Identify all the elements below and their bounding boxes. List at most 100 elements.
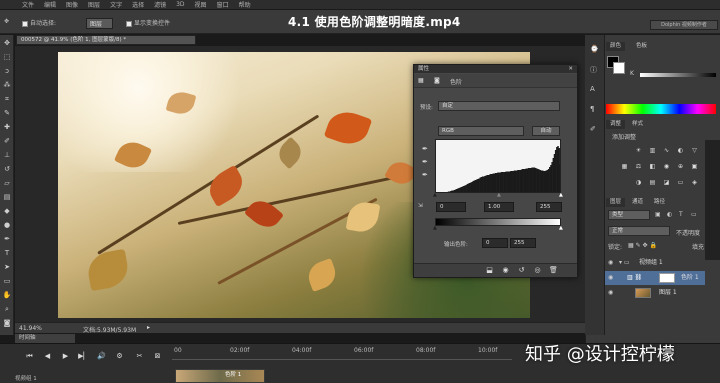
tab-swatches[interactable]: 色板 bbox=[632, 42, 652, 51]
menu-item[interactable]: 编辑 bbox=[44, 0, 56, 9]
healing-tool-icon[interactable]: ✚ bbox=[2, 123, 12, 132]
color-balance-adj-icon[interactable]: ⚖ bbox=[634, 163, 643, 171]
move-tool-icon[interactable]: ✥ bbox=[4, 18, 9, 25]
quick-select-tool-icon[interactable]: ⁂ bbox=[2, 81, 12, 90]
split-icon[interactable]: ✂ bbox=[134, 351, 145, 361]
k-slider[interactable] bbox=[640, 73, 716, 77]
filter-adjust-icon[interactable]: ◐ bbox=[667, 211, 672, 218]
menu-item[interactable]: 文件 bbox=[22, 0, 34, 9]
menu-item[interactable]: 视图 bbox=[195, 0, 207, 9]
clip-icon[interactable]: ⇲ bbox=[418, 203, 423, 209]
type-tool-icon[interactable]: T bbox=[2, 249, 12, 258]
menu-item[interactable]: 滤镜 bbox=[154, 0, 166, 9]
zoom-level[interactable]: 41.94% bbox=[19, 325, 42, 332]
info-icon[interactable]: ⓘ bbox=[590, 65, 597, 75]
marquee-tool-icon[interactable]: ⬚ bbox=[2, 53, 12, 62]
hand-tool-icon[interactable]: ✋ bbox=[2, 291, 12, 300]
menu-item[interactable]: 3D bbox=[176, 1, 184, 8]
delete-icon[interactable]: 🗑 bbox=[548, 266, 559, 275]
invert-adj-icon[interactable]: ◑ bbox=[634, 179, 643, 187]
show-transform-check[interactable] bbox=[126, 20, 132, 27]
eye-icon[interactable]: ◉ bbox=[608, 286, 613, 300]
tab-adjustments[interactable]: 调整 bbox=[606, 120, 626, 129]
quick-mask-icon[interactable]: ◙ bbox=[2, 319, 12, 328]
history-icon[interactable]: ⌚ bbox=[590, 45, 599, 53]
menu-item[interactable]: 图像 bbox=[66, 0, 78, 9]
menu-item[interactable]: 文字 bbox=[110, 0, 122, 9]
output-white-slider[interactable]: ▲ bbox=[559, 225, 563, 231]
next-frame-icon[interactable]: ▶▏ bbox=[78, 351, 89, 361]
output-black-field[interactable]: 0 bbox=[482, 238, 508, 248]
paragraph-icon[interactable]: ¶ bbox=[590, 105, 594, 113]
filter-shape-icon[interactable]: ▭ bbox=[691, 211, 697, 218]
adjustment-icon[interactable]: ▦ bbox=[418, 77, 424, 84]
transition-icon[interactable]: ⊠ bbox=[152, 351, 163, 361]
view-previous-icon[interactable]: ◉ bbox=[500, 266, 511, 275]
history-brush-tool-icon[interactable]: ↺ bbox=[2, 165, 12, 174]
menu-item[interactable]: 帮助 bbox=[239, 0, 251, 9]
auto-button[interactable]: 自动 bbox=[532, 126, 560, 136]
visibility-icon[interactable]: ◎ bbox=[532, 266, 543, 275]
photo-filter-adj-icon[interactable]: ◉ bbox=[662, 163, 671, 171]
tab-color[interactable]: 颜色 bbox=[606, 42, 626, 51]
pen-tool-icon[interactable]: ✒ bbox=[2, 235, 12, 244]
lock-pixels-icon[interactable]: ▦ ✎ ✥ 🔒 bbox=[628, 242, 657, 249]
timeline-clip[interactable] bbox=[175, 369, 265, 383]
output-white-field[interactable]: 255 bbox=[510, 238, 536, 248]
auto-select-check[interactable] bbox=[22, 20, 28, 27]
path-select-tool-icon[interactable]: ➤ bbox=[2, 263, 12, 272]
tab-layers[interactable]: 图层 bbox=[606, 198, 626, 207]
menu-item[interactable]: 窗口 bbox=[217, 0, 229, 9]
blur-tool-icon[interactable]: ◆ bbox=[2, 207, 12, 216]
audio-icon[interactable]: 🔊 bbox=[96, 351, 107, 361]
selective-color-adj-icon[interactable]: ◈ bbox=[690, 179, 699, 187]
background-color-swatch[interactable] bbox=[613, 62, 625, 74]
gradient-tool-icon[interactable]: ▤ bbox=[2, 193, 12, 202]
filter-pixel-icon[interactable]: ▣ bbox=[655, 211, 661, 218]
show-transform-checkbox[interactable]: 显示变换控件 bbox=[126, 18, 170, 27]
input-black-field[interactable]: 0 bbox=[436, 202, 466, 212]
brush-presets-icon[interactable]: ✐ bbox=[590, 125, 596, 133]
blend-mode-dropdown[interactable]: 正常 bbox=[608, 226, 670, 236]
input-white-field[interactable]: 255 bbox=[536, 202, 562, 212]
input-black-slider[interactable]: ▲ bbox=[433, 192, 437, 198]
color-spectrum[interactable] bbox=[606, 104, 716, 114]
play-icon[interactable]: ▶ bbox=[60, 351, 71, 361]
layer-row[interactable]: ◉ ▾ ▭ 视频组 1 bbox=[605, 256, 715, 270]
lasso-tool-icon[interactable]: ↄ bbox=[2, 67, 12, 76]
layer-row[interactable]: ◉ 图层 1 bbox=[605, 286, 715, 300]
preset-dropdown[interactable]: 自定 bbox=[438, 101, 560, 111]
tab-paths[interactable]: 路径 bbox=[650, 198, 670, 207]
lookup-adj-icon[interactable]: ▣ bbox=[690, 163, 699, 171]
clip-to-layer-icon[interactable]: ⬓ bbox=[484, 266, 495, 275]
hue-adj-icon[interactable]: ▦ bbox=[620, 163, 629, 171]
zoom-tool-icon[interactable]: ⌕ bbox=[2, 305, 12, 314]
input-gamma-field[interactable]: 1.00 bbox=[484, 202, 514, 212]
shape-tool-icon[interactable]: ▭ bbox=[2, 277, 12, 286]
gradient-map-adj-icon[interactable]: ▭ bbox=[676, 179, 685, 187]
panel-close-icon[interactable]: ✕ bbox=[568, 65, 577, 73]
crop-tool-icon[interactable]: ⌗ bbox=[2, 95, 12, 104]
curves-adj-icon[interactable]: ∿ bbox=[662, 147, 671, 155]
dodge-tool-icon[interactable]: ● bbox=[2, 221, 12, 230]
exposure-adj-icon[interactable]: ◐ bbox=[676, 147, 685, 155]
settings-icon[interactable]: ⚙ bbox=[114, 351, 125, 361]
move-tool-icon[interactable]: ✥ bbox=[2, 39, 12, 48]
prev-frame-icon[interactable]: ◀ bbox=[42, 351, 53, 361]
timeline-ruler[interactable] bbox=[172, 346, 512, 360]
character-icon[interactable]: A bbox=[590, 85, 595, 93]
filter-type-icon[interactable]: T bbox=[679, 211, 683, 218]
layer-mask-thumbnail[interactable] bbox=[659, 273, 675, 283]
layer-row[interactable]: ◉ ▥ ⛓ 色阶 1 bbox=[605, 271, 715, 285]
workspace-dropdown[interactable]: Dolphin 视频制作者 bbox=[650, 20, 718, 30]
levels-adj-icon[interactable]: ▥ bbox=[648, 147, 657, 155]
black-eyedropper-icon[interactable]: ✒ bbox=[422, 145, 428, 153]
eye-icon[interactable]: ◉ bbox=[608, 271, 613, 285]
bw-adj-icon[interactable]: ◧ bbox=[648, 163, 657, 171]
threshold-adj-icon[interactable]: ◪ bbox=[662, 179, 671, 187]
channel-dropdown[interactable]: RGB bbox=[438, 126, 524, 136]
brightness-adj-icon[interactable]: ☀ bbox=[634, 147, 643, 155]
input-gamma-slider[interactable]: ▲ bbox=[497, 192, 501, 198]
auto-select-checkbox[interactable]: 自动选择: bbox=[22, 18, 56, 27]
posterize-adj-icon[interactable]: ▤ bbox=[648, 179, 657, 187]
